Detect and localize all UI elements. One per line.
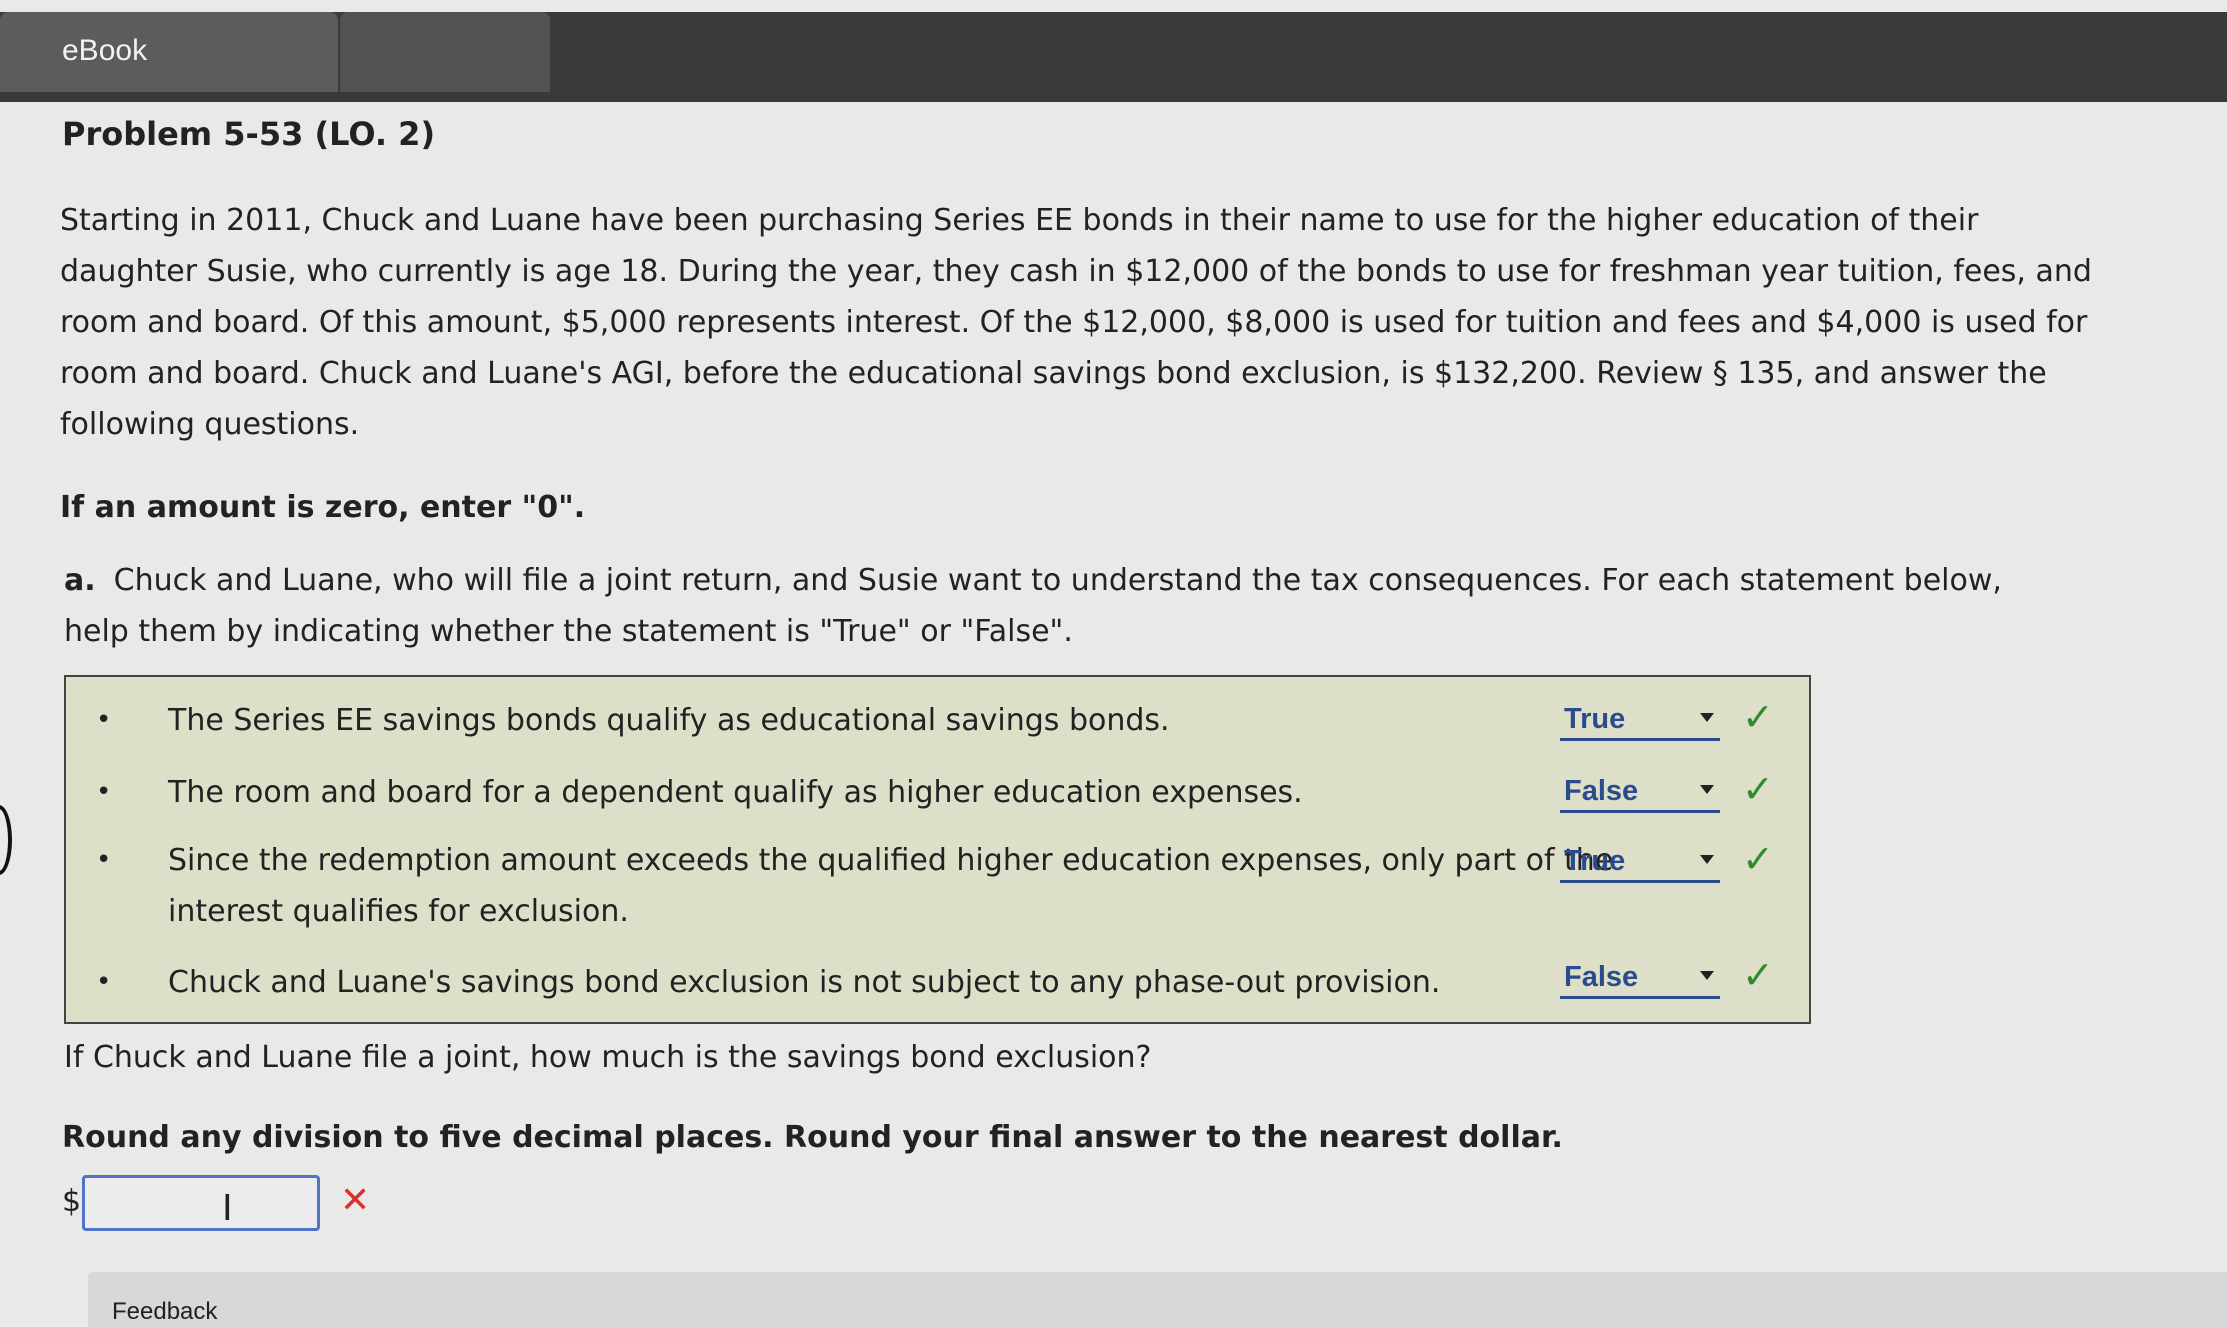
bullet-icon: • <box>96 777 112 807</box>
correct-check-icon: ✓ <box>1742 837 1774 881</box>
exclusion-question: If Chuck and Luane file a joint, how muc… <box>64 1040 1152 1075</box>
feedback-panel[interactable]: Feedback <box>88 1272 2227 1327</box>
statement-2-select[interactable]: False <box>1560 773 1720 813</box>
page-edge-decoration <box>0 805 12 875</box>
statement-text: The room and board for a dependent quali… <box>168 775 1303 810</box>
statement-4-select[interactable]: False <box>1560 959 1720 999</box>
exclusion-amount-input[interactable] <box>82 1175 320 1231</box>
statement-2-selected-value: False <box>1564 775 1639 807</box>
statement-4-selected-value: False <box>1564 961 1639 993</box>
rounding-instruction: Round any division to five decimal place… <box>62 1120 1563 1155</box>
statement-text: The Series EE savings bonds qualify as e… <box>168 703 1170 738</box>
correct-check-icon: ✓ <box>1742 767 1774 811</box>
dropdown-arrow-icon <box>1700 971 1714 980</box>
dropdown-arrow-icon <box>1700 713 1714 722</box>
tab-ebook[interactable]: eBook <box>0 12 338 92</box>
statement-1-select[interactable]: True <box>1560 701 1720 741</box>
feedback-label: Feedback <box>112 1298 218 1325</box>
correct-check-icon: ✓ <box>1742 953 1774 997</box>
incorrect-x-icon: ✕ <box>340 1180 371 1221</box>
statement-3-selected-value: True <box>1564 845 1626 877</box>
dropdown-arrow-icon <box>1700 855 1714 864</box>
zero-instruction: If an amount is zero, enter "0". <box>60 490 586 525</box>
statement-text: Chuck and Luane's savings bond exclusion… <box>168 965 1441 1000</box>
tab-bar: eBook <box>0 12 2227 102</box>
bullet-icon: • <box>96 845 112 875</box>
correct-check-icon: ✓ <box>1742 695 1774 739</box>
statement-1-selected-value: True <box>1564 703 1626 735</box>
statement-text: Since the redemption amount exceeds the … <box>168 843 1614 929</box>
part-a: a. Chuck and Luane, who will file a joint… <box>64 555 2064 657</box>
tab-secondary[interactable] <box>340 12 550 92</box>
problem-title: Problem 5-53 (LO. 2) <box>62 115 436 153</box>
tab-ebook-label: eBook <box>62 34 148 67</box>
bullet-icon: • <box>96 967 112 997</box>
problem-content: Problem 5-53 (LO. 2) Starting in 2011, C… <box>60 115 2150 657</box>
part-a-text: Chuck and Luane, who will file a joint r… <box>64 563 2002 649</box>
text-cursor-icon: I <box>222 1188 233 1229</box>
currency-symbol: $ <box>62 1184 82 1219</box>
bullet-icon: • <box>96 705 112 735</box>
problem-intro: Starting in 2011, Chuck and Luane have b… <box>60 203 2092 442</box>
statement-3-select[interactable]: True <box>1560 843 1720 883</box>
statements-box: • The Series EE savings bonds qualify as… <box>64 675 1811 1024</box>
dropdown-arrow-icon <box>1700 785 1714 794</box>
part-a-letter: a. <box>64 563 96 598</box>
